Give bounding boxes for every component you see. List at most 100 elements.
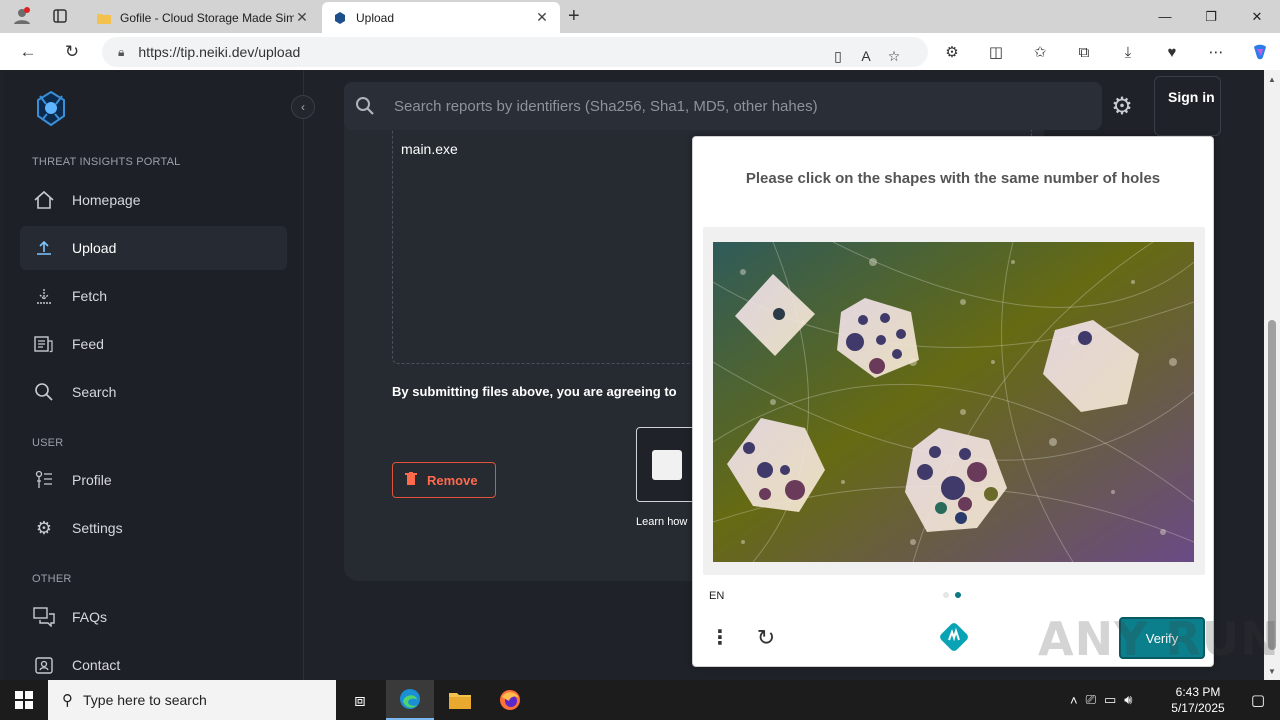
page-dot <box>943 592 949 598</box>
start-button[interactable] <box>0 680 48 720</box>
anyrun-watermark: ANY RUN <box>1038 612 1280 666</box>
reader-icon[interactable]: ▯ <box>824 42 852 70</box>
sidebar-item-upload[interactable]: Upload <box>20 226 287 270</box>
taskbar-search-input[interactable]: ⚲ Type here to search <box>48 680 336 720</box>
video-thumbnail[interactable] <box>636 427 696 502</box>
scroll-down-icon[interactable]: ▼ <box>1264 664 1280 678</box>
close-window-icon[interactable]: ✕ <box>1234 0 1280 33</box>
remove-button[interactable]: Remove <box>392 462 496 498</box>
collections-icon[interactable]: ⧉ <box>1062 37 1106 67</box>
taskbar-search-placeholder: Type here to search <box>83 692 207 708</box>
faq-icon <box>32 607 56 627</box>
edge-app-icon[interactable] <box>386 680 434 720</box>
sidebar-item-fetch[interactable]: Fetch <box>20 274 287 318</box>
tab-upload[interactable]: Upload ✕ <box>322 2 560 33</box>
sign-in-button[interactable]: Sign in <box>1154 76 1221 136</box>
sidebar-item-label: Search <box>72 384 117 400</box>
tab-gofile[interactable]: Gofile - Cloud Storage Made Sim ✕ <box>86 2 320 33</box>
sidebar-item-label: Settings <box>72 520 123 536</box>
copilot-icon[interactable] <box>1238 37 1280 67</box>
url-field[interactable]: 🔒︎ https://tip.neiki.dev/upload ▯ A ☆ <box>102 37 928 67</box>
clock-time: 6:43 PM <box>1175 685 1221 699</box>
back-icon[interactable]: ← <box>16 40 40 64</box>
trash-icon <box>405 471 417 489</box>
system-clock[interactable]: 6:43 PM 5/17/2025 <box>1160 684 1236 716</box>
sidebar-item-search[interactable]: Search <box>20 370 287 414</box>
performance-icon[interactable]: ♥ <box>1150 37 1194 67</box>
scroll-thumb[interactable] <box>1268 320 1276 650</box>
restore-icon[interactable]: ❐ <box>1188 0 1234 33</box>
sidebar-item-label: Fetch <box>72 288 108 304</box>
reload-icon[interactable]: ↻ <box>60 40 84 64</box>
favorite-star-icon[interactable]: ☆ <box>880 42 908 70</box>
site-favicon-icon <box>332 10 348 26</box>
captcha-challenge-image[interactable] <box>713 242 1194 562</box>
display-icon[interactable]: ▭ <box>1104 692 1116 708</box>
gear-icon: ⚙ <box>35 517 53 538</box>
download-icon <box>32 287 56 305</box>
refresh-icon[interactable]: ↻ <box>753 625 779 651</box>
tab-title: Upload <box>356 10 395 25</box>
captcha-page-dots <box>943 592 961 598</box>
notification-icon[interactable]: ▢ <box>1236 680 1280 720</box>
tab-title: Gofile - Cloud Storage Made Sim <box>120 10 294 25</box>
file-explorer-icon[interactable] <box>436 680 484 720</box>
profile-icon <box>32 470 56 490</box>
report-search-input[interactable]: Search reports by identifiers (Sha256, S… <box>344 82 1102 130</box>
downloads-icon[interactable]: ⤓ <box>1106 37 1150 67</box>
search-icon: ⚲ <box>62 692 73 709</box>
hcaptcha-logo-icon <box>939 622 969 652</box>
sidebar-item-label: Upload <box>72 240 117 256</box>
url-actions: ▯ A ☆ <box>824 42 908 70</box>
chevron-up-icon[interactable]: ˄ <box>1070 693 1078 708</box>
sidebar-item-label: FAQs <box>72 609 108 625</box>
contact-icon <box>32 655 56 675</box>
chevron-left-icon: ‹ <box>301 100 305 114</box>
sidebar-item-feed[interactable]: Feed <box>20 322 287 366</box>
read-aloud-icon[interactable]: A <box>852 42 880 70</box>
agreement-text: By submitting files above, you are agree… <box>392 384 677 399</box>
section-label-portal: THREAT INSIGHTS PORTAL <box>32 156 181 168</box>
close-tab-icon[interactable]: ✕ <box>534 9 550 26</box>
close-tab-icon[interactable]: ✕ <box>294 9 310 26</box>
remove-label: Remove <box>427 472 478 488</box>
video-placeholder-icon <box>652 450 682 480</box>
url-text: https://tip.neiki.dev/upload <box>138 44 301 60</box>
new-tab-icon[interactable]: + <box>568 5 580 28</box>
tab-actions-icon[interactable] <box>44 0 76 32</box>
sidebar-item-homepage[interactable]: Homepage <box>20 178 287 222</box>
sidebar-item-label: Contact <box>72 657 121 673</box>
sidebar-item-contact[interactable]: Contact <box>20 643 287 680</box>
task-view-icon[interactable]: ⧈ <box>336 680 384 720</box>
clock-date: 5/17/2025 <box>1171 701 1225 715</box>
scroll-up-icon[interactable]: ▲ <box>1264 72 1280 86</box>
lock-icon: 🔒︎ <box>118 44 125 59</box>
uploaded-filename: main.exe <box>401 141 458 157</box>
network-icon[interactable]: ⎚ <box>1086 692 1096 708</box>
extensions-icon[interactable]: ⚙︎ <box>930 37 974 67</box>
section-label-user: USER <box>32 437 64 449</box>
logo-icon[interactable] <box>32 90 70 128</box>
search-placeholder: Search reports by identifiers (Sha256, S… <box>394 97 818 115</box>
profile-avatar-icon[interactable] <box>6 0 38 32</box>
page-scrollbar[interactable]: ▲ ▼ <box>1264 70 1280 680</box>
favorites-icon[interactable]: ✩ <box>1018 37 1062 67</box>
page-dot-active <box>955 592 961 598</box>
learn-how-link[interactable]: Learn how <box>636 516 687 528</box>
captcha-menu-icon[interactable]: ⋮ <box>709 625 731 649</box>
section-label-other: OTHER <box>32 573 72 585</box>
system-tray: ˄ ⎚ ▭ 🔊︎ <box>1070 680 1133 720</box>
collapse-sidebar-button[interactable]: ‹ <box>291 95 315 119</box>
sidebar: THREAT INSIGHTS PORTAL Homepage Upload F… <box>4 70 304 680</box>
more-menu-icon[interactable]: ⋯ <box>1194 37 1238 67</box>
firefox-icon[interactable] <box>486 680 534 720</box>
captcha-language[interactable]: EN <box>709 590 724 602</box>
sidebar-item-faqs[interactable]: FAQs <box>20 595 287 639</box>
settings-gear-icon[interactable]: ⚙ <box>1108 92 1136 120</box>
search-icon <box>32 382 56 402</box>
split-screen-icon[interactable]: ◫ <box>974 37 1018 67</box>
sidebar-item-profile[interactable]: Profile <box>20 458 287 502</box>
sidebar-item-settings[interactable]: ⚙ Settings <box>20 506 287 550</box>
minimize-icon[interactable]: — <box>1142 0 1188 33</box>
volume-icon[interactable]: 🔊︎ <box>1124 692 1132 708</box>
